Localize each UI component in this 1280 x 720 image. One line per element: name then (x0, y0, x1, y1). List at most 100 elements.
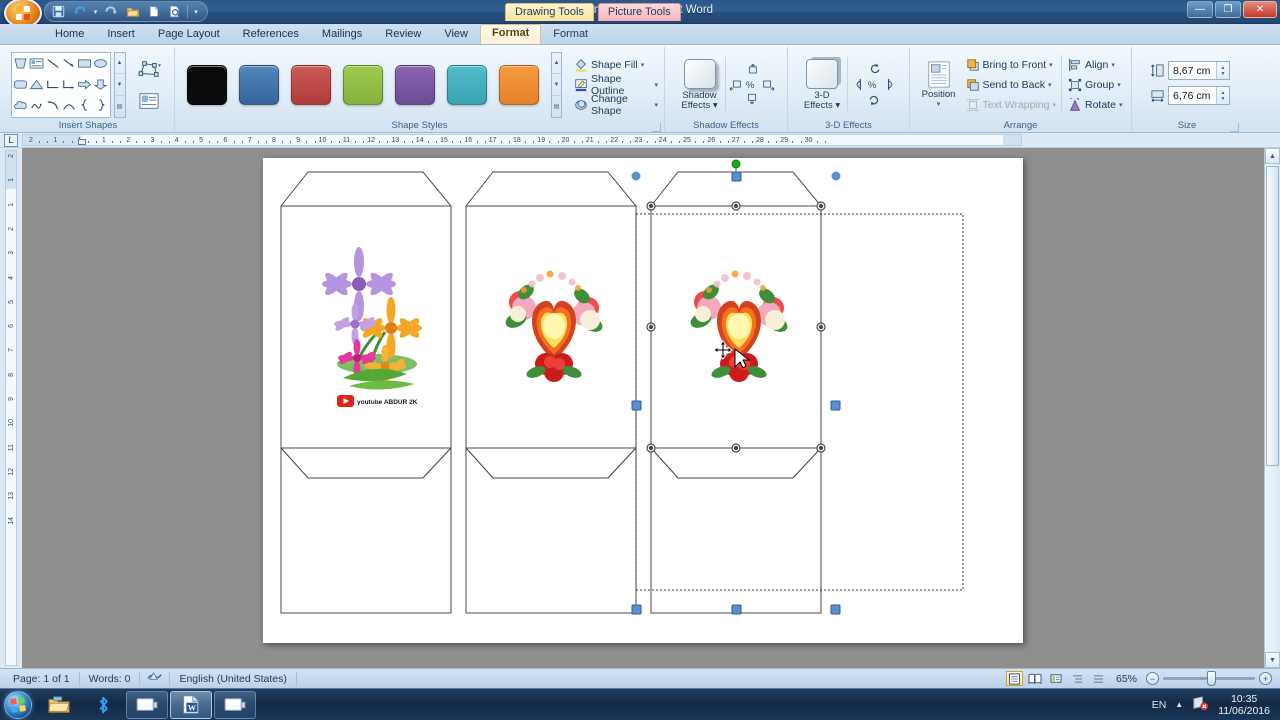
shape-cloud-icon[interactable] (13, 95, 29, 116)
shape-right-arrow-icon[interactable] (77, 74, 93, 95)
shapes-gallery[interactable] (10, 51, 111, 118)
tab-mailings[interactable]: Mailings (311, 26, 373, 44)
tab-insert[interactable]: Insert (96, 26, 146, 44)
shape-height-input[interactable]: 8,67 cm ▲ ▼ (1168, 61, 1230, 80)
rotate-button[interactable]: Rotate ▾ (1066, 95, 1124, 114)
send-to-back-button[interactable]: Send to Back ▾ (964, 75, 1058, 94)
shape-fill-button[interactable]: Shape Fill ▾ (572, 55, 660, 74)
view-full-screen-reading[interactable] (1027, 671, 1044, 686)
styles-scroll-down-icon[interactable]: ▼ (552, 74, 562, 96)
taskbar-explorer[interactable] (38, 691, 80, 719)
horizontal-ruler[interactable]: 2111234567891011121314151617181920212223… (22, 134, 1022, 146)
status-word-count[interactable]: Words: 0 (80, 671, 141, 686)
send-to-back-caret-icon[interactable]: ▾ (1048, 81, 1052, 89)
zoom-slider-thumb[interactable] (1207, 671, 1216, 686)
shape-styles-gallery-scroll[interactable]: ▲ ▼ ▤ (551, 51, 563, 118)
vertical-scroll-thumb[interactable] (1266, 166, 1279, 466)
shape-style-swatch-red[interactable] (291, 64, 331, 105)
shadow-nudge-right-icon[interactable] (760, 77, 776, 92)
shape-style-swatch-teal[interactable] (447, 64, 487, 105)
status-page-indicator[interactable]: Page: 1 of 1 (4, 671, 80, 686)
shadow-nudge-down-icon[interactable] (744, 92, 760, 107)
rotate-caret-icon[interactable]: ▾ (1119, 101, 1123, 109)
redo-icon[interactable] (102, 3, 121, 21)
shapes-scroll-down-icon[interactable]: ▼ (114, 74, 125, 96)
text-box-button[interactable] (132, 88, 166, 114)
group-caret-icon[interactable]: ▾ (1117, 81, 1121, 89)
save-icon[interactable] (49, 3, 68, 21)
text-wrapping-caret-icon[interactable]: ▾ (1052, 101, 1056, 109)
undo-icon[interactable] (70, 3, 89, 21)
position-button[interactable]: Position ▾ (917, 60, 961, 110)
restore-button[interactable]: ❐ (1215, 1, 1241, 18)
styles-scroll-up-icon[interactable]: ▲ (552, 53, 562, 75)
shape-style-swatch-blue[interactable] (239, 64, 279, 105)
bring-to-front-button[interactable]: Bring to Front ▾ (964, 55, 1058, 74)
minimize-button[interactable]: — (1187, 1, 1213, 18)
shape-elbow-connector-icon[interactable] (45, 74, 61, 95)
shapes-more-icon[interactable]: ▤ (115, 96, 125, 117)
taskbar-window-1[interactable] (126, 690, 168, 719)
tab-picture-tools-format[interactable]: Format (542, 26, 599, 44)
align-caret-icon[interactable]: ▾ (1111, 61, 1115, 69)
scroll-down-button[interactable]: ▼ (1265, 652, 1280, 668)
change-shape-caret-icon[interactable]: ▾ (654, 101, 658, 109)
tilt-left-icon[interactable] (850, 77, 866, 92)
shape-styles-dialog-launcher[interactable] (652, 123, 661, 132)
shape-style-swatch-black[interactable] (187, 64, 227, 105)
show-hidden-icons-button[interactable]: ▲ (1175, 700, 1183, 709)
tab-drawing-tools-format[interactable]: Format (480, 24, 542, 44)
tab-view[interactable]: View (433, 26, 479, 44)
open-icon[interactable] (123, 3, 142, 21)
tab-references[interactable]: References (232, 26, 310, 44)
shape-arc-icon[interactable] (61, 95, 77, 116)
start-button[interactable] (4, 690, 32, 719)
zoom-level-label[interactable]: 65% (1111, 673, 1142, 685)
shapes-gallery-scroll[interactable]: ▲ ▼ ▤ (113, 51, 126, 118)
shape-left-brace-icon[interactable] (77, 95, 93, 116)
close-button[interactable]: ✕ (1243, 1, 1277, 18)
taskbar-word[interactable]: W (170, 690, 212, 719)
undo-dropdown-icon[interactable]: ▾ (91, 3, 100, 21)
change-shape-button[interactable]: Change Shape ▾ (572, 93, 660, 117)
shape-scribble-icon[interactable] (29, 95, 45, 116)
text-wrapping-button[interactable]: Text Wrapping ▾ (964, 95, 1058, 114)
tab-home[interactable]: Home (44, 26, 95, 44)
zoom-slider-track[interactable] (1163, 671, 1255, 686)
document-page[interactable]: youtube ABDUR 2K (263, 158, 1023, 643)
size-dialog-launcher[interactable] (1230, 123, 1239, 132)
styles-more-icon[interactable]: ▤ (552, 96, 561, 117)
shape-style-swatch-purple[interactable] (395, 64, 435, 105)
print-preview-icon[interactable] (165, 3, 184, 21)
three-d-effects-button[interactable]: 3-D Effects ▾ (799, 58, 845, 111)
view-print-layout[interactable] (1005, 671, 1023, 686)
zoom-out-button[interactable]: − (1146, 672, 1159, 685)
scroll-up-button[interactable]: ▲ (1265, 148, 1280, 164)
tab-review[interactable]: Review (374, 26, 432, 44)
shape-fill-caret-icon[interactable]: ▾ (641, 61, 645, 69)
position-caret-icon[interactable]: ▾ (937, 100, 941, 110)
shape-line-icon[interactable] (45, 54, 61, 75)
shadow-nudge-left-icon[interactable] (728, 77, 744, 92)
taskbar-window-2[interactable] (214, 690, 256, 719)
left-indent-marker[interactable] (78, 139, 86, 145)
zoom-slider[interactable]: − + (1146, 671, 1272, 686)
shape-triangle-icon[interactable] (29, 74, 45, 95)
tray-language[interactable]: EN (1152, 699, 1167, 711)
three-d-on-off-icon[interactable]: % (866, 77, 882, 92)
customize-qat-icon[interactable]: ▾ (191, 3, 201, 21)
shadow-on-off-icon[interactable]: % (744, 77, 760, 92)
shape-arrow-icon[interactable] (61, 54, 77, 75)
view-web-layout[interactable] (1048, 671, 1065, 686)
status-proofing[interactable] (140, 671, 171, 686)
shape-curve-icon[interactable] (45, 95, 61, 116)
tilt-up-icon[interactable] (866, 62, 882, 77)
tilt-down-icon[interactable] (866, 92, 882, 107)
shape-style-swatch-orange[interactable] (499, 64, 539, 105)
view-draft[interactable] (1090, 671, 1107, 686)
shape-elbow-arrow-connector-icon[interactable] (61, 74, 77, 95)
shape-oval-icon[interactable] (93, 54, 109, 75)
shape-down-arrow-icon[interactable] (93, 74, 109, 95)
group-button[interactable]: Group ▾ (1066, 75, 1124, 94)
shapes-scroll-up-icon[interactable]: ▲ (114, 53, 125, 75)
